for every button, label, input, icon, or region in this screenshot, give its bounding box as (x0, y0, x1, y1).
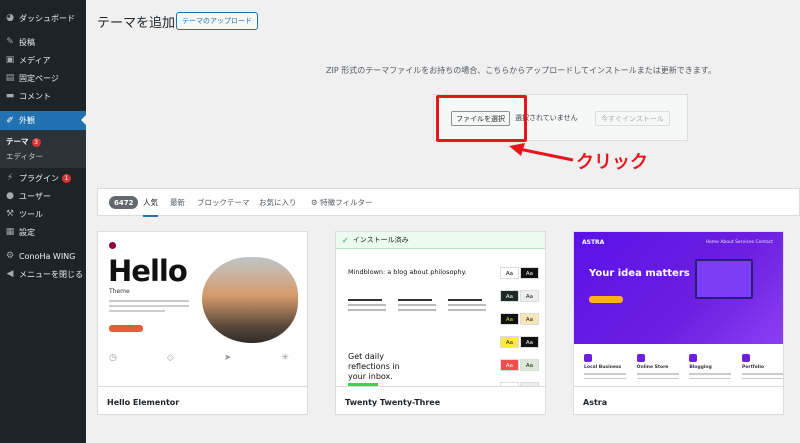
sidebar-item-users[interactable]: ● ユーザー (0, 187, 86, 205)
tab-popular[interactable]: 人気 (143, 197, 158, 217)
plugins-update-badge: 1 (62, 173, 71, 183)
theme-count-badge: 6472 (109, 196, 139, 209)
theme-name: Astra (583, 398, 608, 407)
user-icon: ● (6, 191, 14, 201)
sidebar-item-pages[interactable]: ▤ 固定ページ (0, 69, 86, 87)
sidebar-item-dashboard[interactable]: ◕ ダッシュボード (0, 9, 86, 27)
preview-button (109, 325, 143, 332)
blog-icon (689, 354, 698, 362)
wrench-icon: ⚒ (5, 209, 15, 219)
preview-illustration (695, 259, 753, 299)
dashboard-icon: ◕ (6, 13, 14, 23)
sidebar-item-label: 外観 (19, 116, 35, 125)
tab-favorites[interactable]: お気に入り (259, 197, 297, 208)
page-icon: ▤ (5, 73, 15, 83)
preview-subscribe-text: Get daily reflections in your inbox. (348, 352, 400, 381)
sidebar-item-label: 固定ページ (19, 73, 59, 83)
sidebar-item-label: ツール (19, 209, 43, 219)
preview-columns (348, 299, 486, 314)
sidebar-item-media[interactable]: ▣ メディア (0, 51, 86, 69)
theme-screenshot: ✓ インストール済み Mindblown: a blog about philo… (336, 232, 545, 387)
upload-theme-button[interactable]: テーマのアップロード (176, 12, 258, 30)
sidebar-item-appearance[interactable]: ✐ 外観 (0, 111, 86, 130)
sidebar-item-comments[interactable]: ▬ コメント (0, 87, 86, 105)
settings-icon: ▦ (5, 227, 15, 237)
portfolio-icon (741, 354, 750, 362)
submenu-item-themes[interactable]: テーマ 3 (6, 136, 41, 147)
preview-subtitle: Theme (109, 288, 130, 295)
sidebar-item-label: プラグイン (19, 173, 59, 183)
collapse-icon: ◀ (6, 269, 14, 279)
business-icon (584, 354, 592, 362)
gear-icon: ⚙ (5, 251, 15, 261)
highlight-box (436, 95, 527, 142)
preview-logo: ASTRA (582, 239, 605, 246)
theme-card-astra[interactable]: ASTRA Home About Services Contact Your i… (573, 231, 784, 415)
plugin-icon: ⚡ (6, 173, 14, 183)
sidebar-item-settings[interactable]: ▦ 設定 (0, 223, 86, 241)
page-title: テーマを追加 (97, 16, 176, 31)
gear-icon: ⚙ (311, 198, 321, 207)
feature-filter-button[interactable]: ⚙ 特徴フィルター (311, 197, 372, 208)
style-swatches: AaAa AaAa AaAa AaAa AaAa AaAa AaAa (500, 260, 544, 387)
themes-update-badge: 3 (31, 138, 41, 147)
preview-headline: Your idea matters (589, 268, 690, 279)
sidebar-item-posts[interactable]: ✎ 投稿 (0, 33, 86, 51)
theme-logo-icon (109, 242, 116, 249)
installed-notice: ✓ インストール済み (336, 232, 545, 249)
preview-image (202, 257, 298, 343)
sidebar-item-label: コメント (19, 91, 51, 101)
preview-icons: ◷ ◇ ➤ ✳ (109, 353, 289, 363)
sidebar-item-label: ユーザー (19, 191, 51, 201)
preview-nav: Home About Services Contact (705, 240, 773, 245)
sidebar-item-conoha[interactable]: ⚙ ConoHa WING (0, 247, 86, 265)
admin-sidebar: ◕ ダッシュボード ✎ 投稿 ▣ メディア ▤ 固定ページ ▬ コメント ✐ 外… (0, 0, 86, 443)
preview-button (589, 296, 623, 303)
theme-card-hello-elementor[interactable]: Hello Theme ◷ ◇ ➤ ✳ Hello Elementor (97, 231, 308, 415)
sidebar-item-label: メニューを閉じる (19, 269, 83, 279)
sidebar-item-label: メディア (19, 55, 51, 65)
annotation-label: クリック (576, 152, 648, 173)
brush-icon: ✐ (6, 115, 14, 126)
theme-screenshot: Hello Theme ◷ ◇ ➤ ✳ (98, 232, 307, 387)
appearance-submenu: テーマ 3 エディター (0, 130, 86, 168)
preview-text-lines (109, 300, 189, 315)
theme-card-twenty-twenty-three[interactable]: ✓ インストール済み Mindblown: a blog about philo… (335, 231, 546, 415)
preview-headline: Mindblown: a blog about philosophy. (348, 268, 467, 276)
pin-icon: ✎ (6, 37, 14, 47)
theme-screenshot: ASTRA Home About Services Contact Your i… (574, 232, 783, 387)
tab-block-themes[interactable]: ブロックテーマ (197, 197, 250, 208)
sidebar-item-label: ConoHa WING (19, 251, 76, 261)
theme-name: Hello Elementor (107, 398, 180, 407)
sidebar-item-plugins[interactable]: ⚡ プラグイン 1 (0, 169, 86, 187)
sidebar-item-label: ダッシュボード (19, 13, 75, 23)
comment-icon: ▬ (5, 91, 15, 101)
sidebar-item-label: 投稿 (19, 37, 35, 47)
preview-feature-columns: Local Business Online Store Blogging Por… (584, 354, 783, 379)
star-icon: ✳ (281, 353, 289, 363)
send-icon: ➤ (223, 353, 232, 363)
collapse-menu-button[interactable]: ◀ メニューを閉じる (0, 265, 86, 283)
store-icon (636, 354, 645, 362)
preview-title: Hello (108, 254, 188, 288)
submenu-item-editor[interactable]: エディター (6, 151, 43, 162)
sidebar-item-tools[interactable]: ⚒ ツール (0, 205, 86, 223)
clock-icon: ◷ (109, 353, 117, 363)
diamond-icon: ◇ (166, 353, 174, 363)
sidebar-item-label: 設定 (19, 227, 35, 237)
tab-latest[interactable]: 最新 (170, 197, 185, 208)
install-now-button[interactable]: 今すぐインストール (595, 111, 670, 126)
zip-upload-message: ZIP 形式のテーマファイルをお持ちの場合、こちらからアップロードしてインストー… (326, 66, 717, 75)
media-icon: ▣ (5, 55, 15, 65)
annotation-arrow (509, 143, 574, 162)
theme-name: Twenty Twenty-Three (345, 398, 441, 407)
checkmark-icon: ✓ (342, 235, 349, 245)
